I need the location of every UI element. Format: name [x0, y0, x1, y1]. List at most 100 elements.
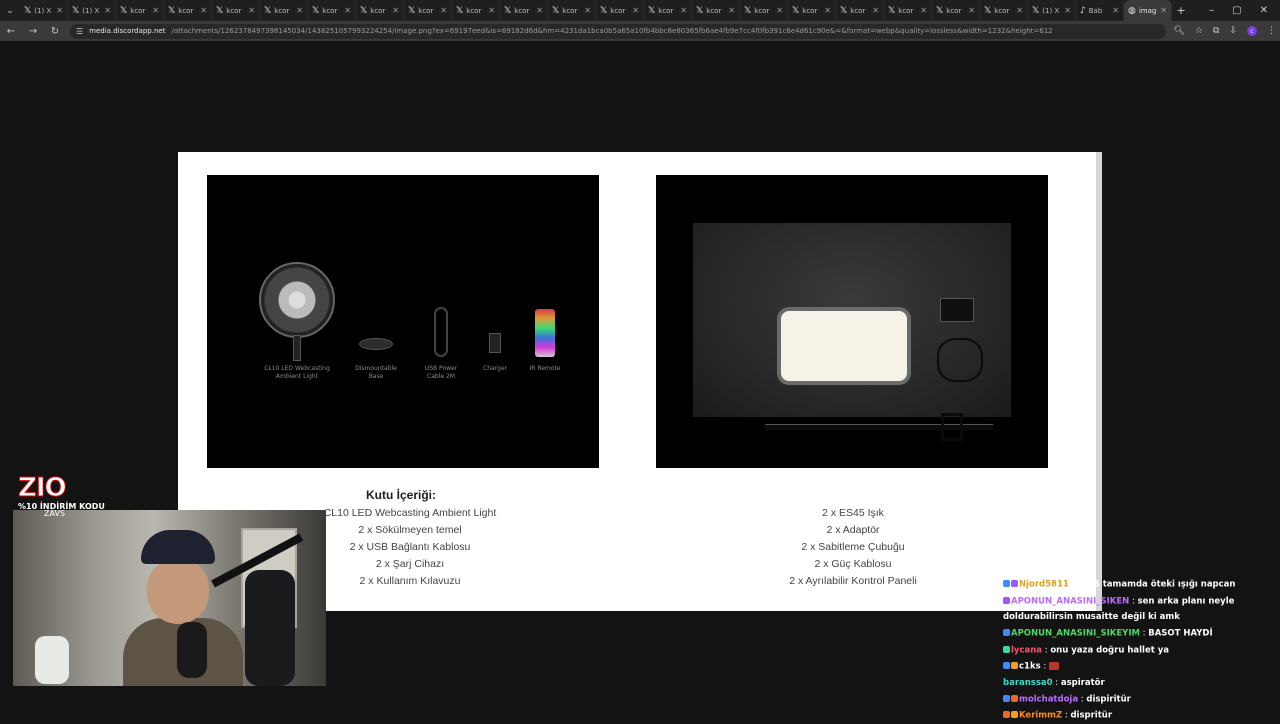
- chat-message: KerimmZ : dispritür: [1003, 707, 1273, 724]
- browser-tab[interactable]: 𝕏kcor ✕: [692, 0, 740, 21]
- forward-icon[interactable]: →: [26, 26, 40, 37]
- tab-title: kcor: [514, 6, 530, 15]
- tab-close-icon[interactable]: ✕: [344, 6, 351, 15]
- new-tab-button[interactable]: +: [1172, 4, 1190, 17]
- chat-badges: [1003, 691, 1019, 707]
- back-icon[interactable]: ←: [4, 26, 18, 37]
- webcam-chair: [245, 570, 295, 686]
- tab-close-icon[interactable]: ✕: [248, 6, 255, 15]
- tab-close-icon[interactable]: ✕: [152, 6, 159, 15]
- browser-tab[interactable]: 𝕏kcor ✕: [356, 0, 404, 21]
- list-item: 2 x Ayrılabilir Kontrol Paneli: [789, 575, 917, 587]
- minimize-icon[interactable]: –: [1209, 5, 1214, 16]
- tab-close-icon[interactable]: ✕: [104, 6, 111, 15]
- maximize-icon[interactable]: ▢: [1232, 5, 1241, 16]
- tab-close-icon[interactable]: ✕: [776, 6, 783, 15]
- tab-close-icon[interactable]: ✕: [440, 6, 447, 15]
- chat-text: dispiritür: [1086, 694, 1131, 704]
- tab-title: kcor: [130, 6, 146, 15]
- x-icon: 𝕏: [984, 5, 992, 16]
- tab-close-icon[interactable]: ✕: [488, 6, 495, 15]
- browser-tab[interactable]: 𝕏 (1) X ✕: [68, 0, 116, 21]
- profile-avatar[interactable]: c: [1247, 26, 1257, 36]
- menu-kebab-icon[interactable]: ⋮: [1267, 26, 1276, 36]
- browser-tab[interactable]: 𝕏kcor ✕: [308, 0, 356, 21]
- browser-tab[interactable]: 𝕏kcor ✕: [500, 0, 548, 21]
- bookmark-star-icon[interactable]: ☆: [1195, 26, 1203, 36]
- reload-icon[interactable]: ↻: [48, 26, 62, 37]
- chat-badges: [1003, 593, 1011, 609]
- tab-close-icon[interactable]: ✕: [200, 6, 207, 15]
- tab-title: kcor: [562, 6, 578, 15]
- controller-shape: [940, 298, 974, 322]
- chat-username: lycana: [1011, 645, 1043, 655]
- x-icon: 𝕏: [888, 5, 896, 16]
- address-bar[interactable]: ☰ media.discordapp.net/attachments/12623…: [70, 23, 1166, 39]
- chat-badge-icon: [1003, 645, 1010, 653]
- streamer-face: [147, 560, 209, 624]
- site-info-icon[interactable]: ☰: [76, 27, 83, 36]
- clamp-shape: [941, 413, 963, 441]
- x-icon: 𝕏: [264, 5, 272, 16]
- tab-close-icon[interactable]: ✕: [632, 6, 639, 15]
- chat-badges: [1003, 625, 1011, 641]
- browser-tab[interactable]: 𝕏 (1) X ✕: [20, 0, 68, 21]
- tab-title: kcor: [274, 6, 290, 15]
- browser-tab[interactable]: 𝕏kcor ✕: [548, 0, 596, 21]
- tab-close-icon[interactable]: ✕: [1112, 6, 1119, 15]
- tab-close-icon[interactable]: ✕: [680, 6, 687, 15]
- browser-tab[interactable]: 𝕏kcor ✕: [164, 0, 212, 21]
- tab-close-icon[interactable]: ✕: [536, 6, 543, 15]
- tab-close-icon[interactable]: ✕: [968, 6, 975, 15]
- tab-search-chevron-icon[interactable]: ⌄: [0, 0, 20, 21]
- browser-tab[interactable]: 𝕏kcor ✕: [788, 0, 836, 21]
- tab-close-icon[interactable]: ✕: [872, 6, 879, 15]
- tab-close-icon[interactable]: ✕: [296, 6, 303, 15]
- browser-tab[interactable]: 𝕏kcor ✕: [212, 0, 260, 21]
- browser-tab[interactable]: 𝕏kcor ✕: [836, 0, 884, 21]
- product-mat: [693, 223, 1011, 441]
- chat-text: es45 tamamda öteki ışığı napcan: [1077, 579, 1236, 590]
- tab-title: kcor: [610, 6, 626, 15]
- browser-tab[interactable]: 𝕏kcor ✕: [644, 0, 692, 21]
- tab-title: kcor: [658, 6, 674, 15]
- browser-tab[interactable]: 𝕏kcor ✕: [932, 0, 980, 21]
- chat-text: BASOT HAYDİ: [1148, 628, 1213, 639]
- tab-close-icon[interactable]: ✕: [920, 6, 927, 15]
- chat-separator: :: [1139, 628, 1149, 639]
- chat-badge-icon: [1003, 694, 1010, 702]
- tab-title: kcor: [850, 6, 866, 15]
- browser-tab[interactable]: 𝕏kcor ✕: [260, 0, 308, 21]
- chat-badge-icon: [1011, 580, 1018, 587]
- browser-tab[interactable]: 𝕏kcor ✕: [116, 0, 164, 21]
- webcam-humidifier: [35, 636, 69, 684]
- tab-close-icon[interactable]: ✕: [1064, 6, 1071, 15]
- tab-title: (1) X: [34, 6, 52, 15]
- tab-close-icon[interactable]: ✕: [1160, 6, 1167, 15]
- downloads-icon[interactable]: ⇩: [1229, 26, 1237, 36]
- browser-tab[interactable]: 𝕏kcor ✕: [980, 0, 1028, 21]
- tab-close-icon[interactable]: ✕: [584, 6, 591, 15]
- close-window-icon[interactable]: ✕: [1260, 5, 1268, 16]
- tab-close-icon[interactable]: ✕: [1016, 6, 1023, 15]
- browser-tab[interactable]: 𝕏kcor ✕: [740, 0, 788, 21]
- zoom-icon[interactable]: 🔍︎: [1174, 26, 1185, 36]
- sponsor-overlay: ZIO %10 İNDİRİM KODU ZAVS: [18, 475, 105, 519]
- browser-tab[interactable]: 𝕏kcor ✕: [596, 0, 644, 21]
- tab-close-icon[interactable]: ✕: [56, 6, 63, 15]
- browser-tab[interactable]: 𝕏kcor ✕: [452, 0, 500, 21]
- tab-title: kcor: [802, 6, 818, 15]
- browser-tab[interactable]: ♪ Bab ✕: [1076, 0, 1124, 21]
- extensions-icon[interactable]: ⧉: [1213, 26, 1219, 36]
- tab-close-icon[interactable]: ✕: [728, 6, 735, 15]
- tab-close-icon[interactable]: ✕: [824, 6, 831, 15]
- browser-tab[interactable]: 𝕏 (1) X ✕: [1028, 0, 1076, 21]
- browser-tab[interactable]: 𝕏kcor ✕: [884, 0, 932, 21]
- x-icon: 𝕏: [312, 5, 320, 16]
- list-item: 2 x Güç Kablosu: [814, 558, 892, 570]
- browser-tab[interactable]: 𝕏kcor ✕: [404, 0, 452, 21]
- browser-tab[interactable]: ◍ imag ✕: [1124, 0, 1172, 21]
- list-item: 2 x Sabitleme Çubuğu: [801, 541, 905, 553]
- tab-close-icon[interactable]: ✕: [392, 6, 399, 15]
- x-icon: 𝕏: [168, 5, 176, 16]
